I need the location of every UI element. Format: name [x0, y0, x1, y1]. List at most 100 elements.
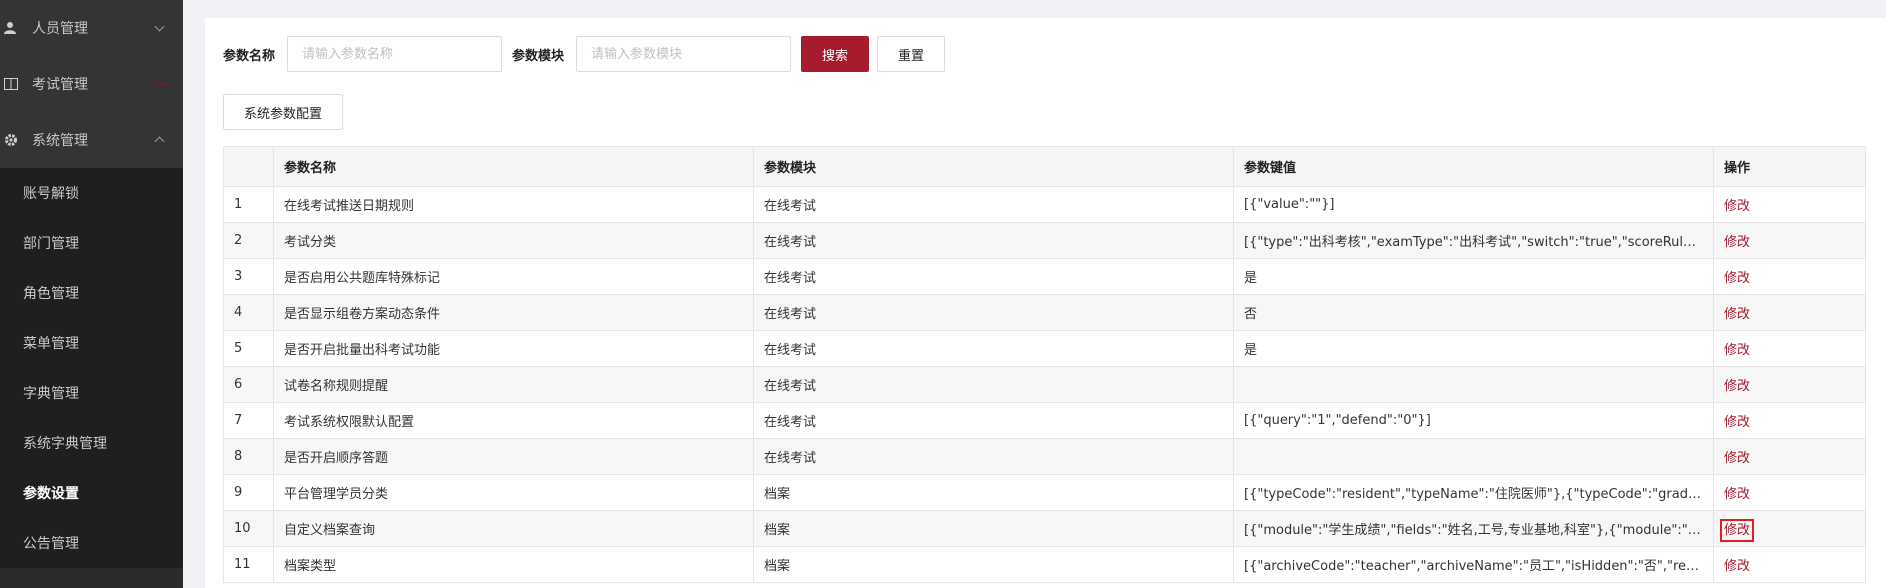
row-param-module: 档案 [753, 546, 1234, 583]
row-index: 7 [223, 402, 274, 439]
row-param-module: 在线考试 [753, 294, 1234, 331]
gear-icon [4, 133, 18, 147]
col-module-header: 参数模块 [753, 146, 1234, 187]
row-param-value: [{"typeCode":"resident","typeName":"住院医师… [1233, 474, 1714, 511]
menu-group-label: 系统管理 [32, 133, 88, 149]
row-param-module: 在线考试 [753, 330, 1234, 367]
row-param-value: [{"value":""}] [1233, 186, 1714, 223]
row-edit-link[interactable]: 修改 [1713, 330, 1866, 367]
row-param-name: 自定义档案查询 [273, 510, 754, 547]
row-index: 8 [223, 438, 274, 475]
row-param-value [1233, 438, 1714, 475]
row-param-value: 是 [1233, 330, 1714, 367]
row-param-name: 是否启用公共题库特殊标记 [273, 258, 754, 295]
table-row: 9 平台管理学员分类 档案 [{"typeCode":"resident","t… [223, 474, 1866, 511]
search-button[interactable]: 搜索 [801, 36, 870, 72]
system-param-config-button[interactable]: 系统参数配置 [223, 94, 344, 130]
table-row: 3 是否启用公共题库特殊标记 在线考试 是 修改 [223, 258, 1866, 295]
param-module-input[interactable] [576, 36, 792, 72]
table-row: 8 是否开启顺序答题 在线考试 修改 [223, 438, 1866, 475]
col-action-header: 操作 [1713, 146, 1866, 187]
table-row: 11 档案类型 档案 [{"archiveCode":"teacher","ar… [223, 546, 1866, 583]
row-param-name: 考试分类 [273, 222, 754, 259]
sidebar-item-parameters[interactable]: 参数设置 [0, 468, 183, 518]
row-index: 9 [223, 474, 274, 511]
row-edit-link[interactable]: 修改 [1713, 546, 1866, 583]
table-row: 10 自定义档案查询 档案 [{"module":"学生成绩","fields"… [223, 510, 1866, 547]
sidebar: 人员管理 考试管理 系统管理 账号解锁 部门管理 角色管理 菜单管理 字典管理 … [0, 0, 183, 588]
row-index: 11 [223, 546, 274, 583]
table-row: 7 考试系统权限默认配置 在线考试 [{"query":"1","defend"… [223, 402, 1866, 439]
row-param-name: 试卷名称规则提醒 [273, 366, 754, 403]
table-row: 4 是否显示组卷方案动态条件 在线考试 否 修改 [223, 294, 1866, 331]
row-param-module: 在线考试 [753, 402, 1234, 439]
row-param-value: 否 [1233, 294, 1714, 331]
person-icon [4, 21, 18, 35]
row-param-module: 档案 [753, 510, 1234, 547]
row-param-module: 在线考试 [753, 366, 1234, 403]
menu-group-system[interactable]: 系统管理 [0, 112, 183, 168]
sidebar-item-announcements[interactable]: 公告管理 [0, 518, 183, 568]
col-index-header [223, 146, 274, 187]
row-edit-link[interactable]: 修改 [1713, 222, 1866, 259]
row-param-module: 在线考试 [753, 222, 1234, 259]
row-edit-link[interactable]: 修改 [1713, 294, 1866, 331]
row-param-name: 是否显示组卷方案动态条件 [273, 294, 754, 331]
sidebar-item-system-dictionary[interactable]: 系统字典管理 [0, 418, 183, 468]
row-param-name: 档案类型 [273, 546, 754, 583]
chevron-down-icon [154, 21, 165, 32]
row-index: 6 [223, 366, 274, 403]
row-edit-link[interactable]: 修改 [1713, 186, 1866, 223]
params-table: 参数名称 参数模块 参数键值 操作 1 在线考试推送日期规则 在线考试 [{"v… [223, 146, 1866, 583]
table-row: 1 在线考试推送日期规则 在线考试 [{"value":""}] 修改 [223, 186, 1866, 223]
chevron-up-icon [154, 136, 165, 147]
row-param-name: 平台管理学员分类 [273, 474, 754, 511]
row-param-value: [{"type":"出科考核","examType":"出科考试","switc… [1233, 222, 1714, 259]
row-param-module: 在线考试 [753, 186, 1234, 223]
row-param-value: [{"archiveCode":"teacher","archiveName":… [1233, 546, 1714, 583]
row-param-value: [{"module":"学生成绩","fields":"姓名,工号,专业基地,科… [1233, 510, 1714, 547]
row-edit-link[interactable]: 修改 [1713, 402, 1866, 439]
row-edit-cell: 修改 [1713, 510, 1866, 547]
menu-group-exam[interactable]: 考试管理 [0, 56, 183, 112]
row-edit-link[interactable]: 修改 [1713, 474, 1866, 511]
row-edit-link[interactable]: 修改 [1719, 519, 1755, 542]
row-param-name: 是否开启顺序答题 [273, 438, 754, 475]
row-edit-link[interactable]: 修改 [1713, 438, 1866, 475]
row-param-value [1233, 366, 1714, 403]
row-index: 2 [223, 222, 274, 259]
chevron-down-icon [155, 83, 167, 85]
menu-group-label: 考试管理 [32, 77, 88, 93]
table-row: 6 试卷名称规则提醒 在线考试 修改 [223, 366, 1866, 403]
row-param-module: 档案 [753, 474, 1234, 511]
sidebar-item-dictionary[interactable]: 字典管理 [0, 368, 183, 418]
row-index: 4 [223, 294, 274, 331]
param-name-input[interactable] [287, 36, 503, 72]
table-row: 2 考试分类 在线考试 [{"type":"出科考核","examType":"… [223, 222, 1866, 259]
col-value-header: 参数键值 [1233, 146, 1714, 187]
row-edit-link[interactable]: 修改 [1713, 258, 1866, 295]
row-index: 1 [223, 186, 274, 223]
reset-button[interactable]: 重置 [877, 36, 946, 72]
row-param-name: 考试系统权限默认配置 [273, 402, 754, 439]
param-module-label: 参数模块 [512, 48, 565, 64]
sidebar-item-role[interactable]: 角色管理 [0, 268, 183, 318]
row-param-module: 在线考试 [753, 438, 1234, 475]
row-param-name: 在线考试推送日期规则 [273, 186, 754, 223]
row-param-value: 是 [1233, 258, 1714, 295]
row-index: 5 [223, 330, 274, 367]
menu-group-personnel[interactable]: 人员管理 [0, 0, 183, 56]
search-bar: 参数名称 参数模块 搜索 重置 [223, 36, 946, 72]
sidebar-item-department[interactable]: 部门管理 [0, 218, 183, 268]
menu-group-label: 人员管理 [32, 21, 88, 37]
system-submenu: 账号解锁 部门管理 角色管理 菜单管理 字典管理 系统字典管理 参数设置 公告管… [0, 168, 183, 568]
row-param-value: [{"query":"1","defend":"0"}] [1233, 402, 1714, 439]
table-header-row: 参数名称 参数模块 参数键值 操作 [223, 146, 1866, 187]
sidebar-item-account-unlock[interactable]: 账号解锁 [0, 168, 183, 218]
param-name-label: 参数名称 [223, 48, 276, 64]
table-row: 5 是否开启批量出科考试功能 在线考试 是 修改 [223, 330, 1866, 367]
row-param-module: 在线考试 [753, 258, 1234, 295]
row-edit-link[interactable]: 修改 [1713, 366, 1866, 403]
sidebar-item-menu[interactable]: 菜单管理 [0, 318, 183, 368]
row-param-name: 是否开启批量出科考试功能 [273, 330, 754, 367]
